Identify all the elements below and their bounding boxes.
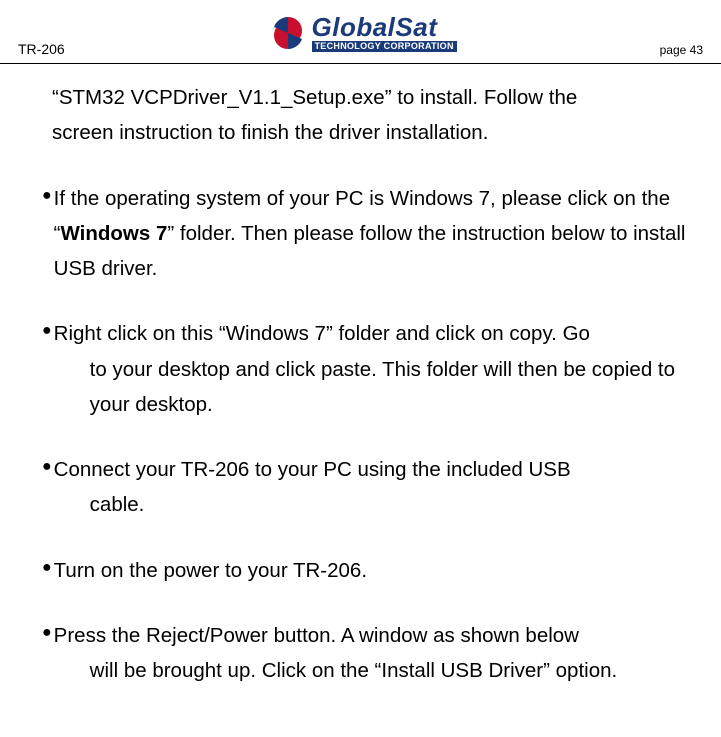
model-label: TR-206 bbox=[18, 41, 65, 61]
logo-name: GlobalSat bbox=[312, 14, 457, 40]
bullet-text: Right click on this “Windows 7” folder a… bbox=[54, 316, 703, 422]
page-content: “STM32 VCPDriver_V1.1_Setup.exe” to inst… bbox=[0, 64, 721, 688]
bullet-icon: ● bbox=[42, 618, 54, 689]
text: “STM32 VCPDriver_V1.1_Setup.exe” to inst… bbox=[52, 86, 577, 109]
text: cable. bbox=[54, 487, 703, 522]
text: Connect your TR-206 to your PC using the… bbox=[54, 452, 703, 487]
text: Turn on the power to your TR-206. bbox=[54, 559, 367, 582]
text: will be brought up. Click on the “Instal… bbox=[54, 653, 703, 688]
bullet-icon: ● bbox=[42, 553, 54, 588]
text: Right click on this “Windows 7” folder a… bbox=[54, 316, 703, 351]
page-number: page 43 bbox=[660, 43, 703, 61]
text: to your desktop and click paste. This fo… bbox=[54, 352, 703, 423]
bullet-windows7-intro: ● If the operating system of your PC is … bbox=[18, 181, 703, 287]
text: screen instruction to finish the driver … bbox=[52, 121, 488, 144]
logo-container: GlobalSat TECHNOLOGY CORPORATION bbox=[65, 4, 660, 61]
bullet-icon: ● bbox=[42, 181, 54, 287]
bullet-text: Connect your TR-206 to your PC using the… bbox=[54, 452, 703, 523]
logo-subtitle: TECHNOLOGY CORPORATION bbox=[312, 41, 457, 52]
page-header: TR-206 GlobalSat TECHNOLOGY CORPORATION … bbox=[0, 0, 721, 64]
bold-text: Windows 7 bbox=[61, 222, 168, 245]
bullet-power-on: ● Turn on the power to your TR-206. bbox=[18, 553, 703, 588]
bullet-icon: ● bbox=[42, 452, 54, 523]
text: Press the Reject/Power button. A window … bbox=[54, 618, 703, 653]
bullet-icon: ● bbox=[42, 316, 54, 422]
bullet-connect-usb: ● Connect your TR-206 to your PC using t… bbox=[18, 452, 703, 523]
logo-text-block: GlobalSat TECHNOLOGY CORPORATION bbox=[312, 14, 457, 52]
bullet-reject-power: ● Press the Reject/Power button. A windo… bbox=[18, 618, 703, 689]
bullet-text: If the operating system of your PC is Wi… bbox=[54, 181, 703, 287]
globalsat-icon bbox=[268, 13, 308, 53]
brand-logo: GlobalSat TECHNOLOGY CORPORATION bbox=[268, 13, 457, 53]
bullet-text: Turn on the power to your TR-206. bbox=[54, 553, 703, 588]
bullet-copy-folder: ● Right click on this “Windows 7” folder… bbox=[18, 316, 703, 422]
paragraph-continuation: “STM32 VCPDriver_V1.1_Setup.exe” to inst… bbox=[18, 80, 703, 151]
bullet-text: Press the Reject/Power button. A window … bbox=[54, 618, 703, 689]
